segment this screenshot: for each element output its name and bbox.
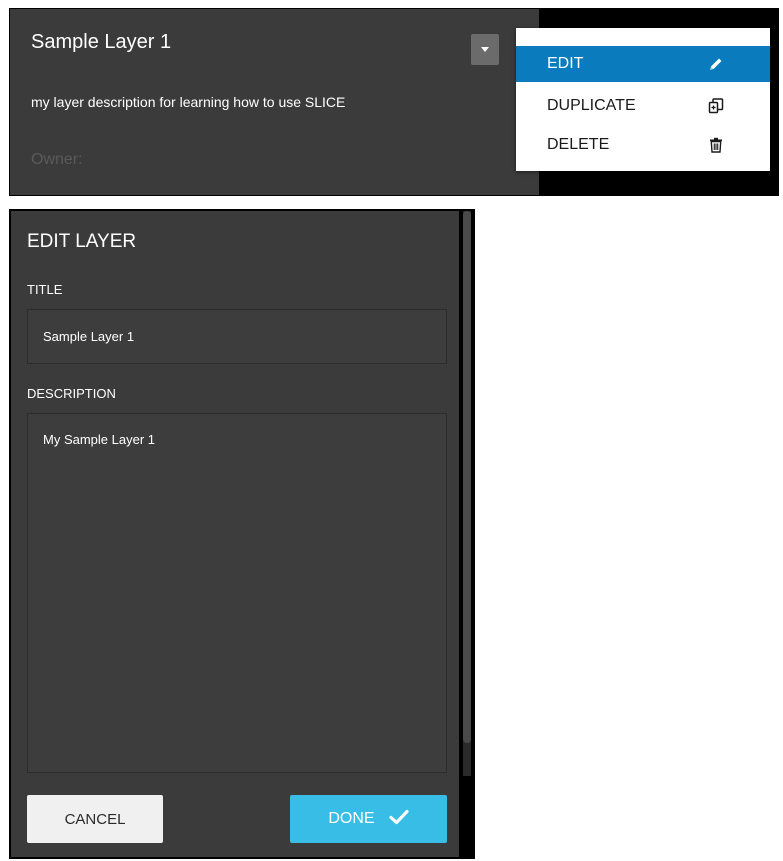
done-button-label: DONE: [328, 810, 375, 827]
cancel-button[interactable]: CANCEL: [27, 795, 163, 843]
layer-card: Sample Layer 1 my layer description for …: [9, 8, 779, 196]
menu-item-duplicate[interactable]: DUPLICATE: [516, 88, 770, 124]
layer-options-menu: EDIT DUPLICATE DELETE: [516, 28, 770, 171]
title-field-label: TITLE: [27, 282, 63, 297]
layer-description: my layer description for learning how to…: [31, 94, 346, 110]
edit-layer-panel: EDIT LAYER TITLE DESCRIPTION My Sample L…: [9, 209, 475, 859]
done-button[interactable]: DONE: [290, 795, 447, 843]
menu-item-label: DUPLICATE: [547, 97, 636, 114]
menu-item-label: EDIT: [547, 55, 584, 72]
edit-layer-panel-body: EDIT LAYER TITLE DESCRIPTION My Sample L…: [11, 211, 459, 857]
cancel-button-label: CANCEL: [64, 810, 126, 828]
pencil-icon: [706, 54, 726, 74]
description-textarea[interactable]: My Sample Layer 1: [27, 413, 447, 773]
layer-title: Sample Layer 1: [31, 31, 172, 53]
layer-card-body: Sample Layer 1 my layer description for …: [10, 9, 539, 195]
panel-scrollbar-thumb[interactable]: [463, 211, 471, 743]
layer-options-dropdown-button[interactable]: [471, 34, 499, 65]
panel-title: EDIT LAYER: [27, 231, 137, 252]
trash-icon: [706, 135, 726, 155]
caret-down-icon: [481, 47, 489, 52]
panel-scrollbar[interactable]: [463, 211, 471, 776]
menu-item-label: DELETE: [547, 136, 610, 153]
description-field-label: DESCRIPTION: [27, 386, 116, 401]
duplicate-icon: [706, 96, 726, 116]
layer-owner-label: Owner:: [31, 151, 83, 168]
menu-item-edit[interactable]: EDIT: [516, 46, 770, 82]
title-input[interactable]: [27, 309, 447, 364]
checkmark-icon: [389, 809, 409, 830]
menu-item-delete[interactable]: DELETE: [516, 127, 770, 163]
